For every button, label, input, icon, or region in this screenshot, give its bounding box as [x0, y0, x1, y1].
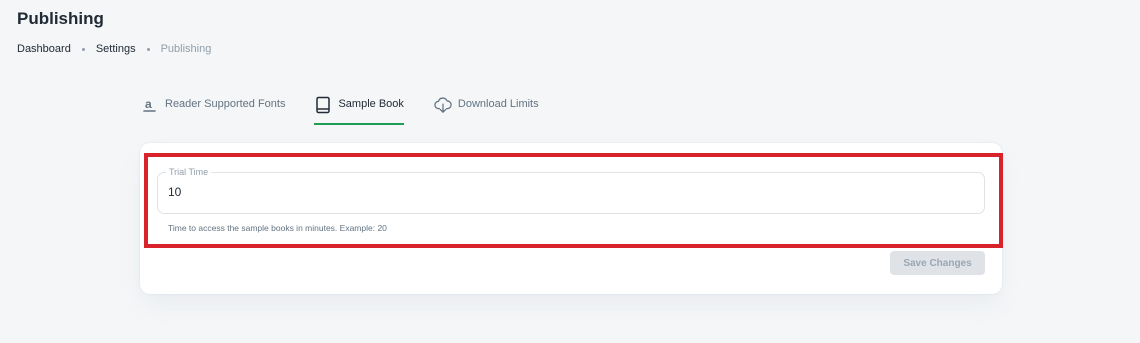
trial-time-input[interactable] [168, 185, 968, 199]
trial-time-field: Trial Time [157, 166, 985, 214]
tab-label: Sample Book [338, 98, 404, 110]
page-title: Publishing [17, 9, 104, 28]
svg-text:a: a [145, 97, 152, 111]
save-changes-button[interactable]: Save Changes [890, 251, 985, 275]
tab-label: Download Limits [457, 98, 539, 110]
tab-label: Reader Supported Fonts [165, 98, 286, 110]
amazon-a-icon: a [141, 96, 159, 114]
trial-time-helper-text: Time to access the sample books in minut… [168, 223, 387, 233]
tab-reader-supported-fonts[interactable]: a Reader Supported Fonts [141, 95, 285, 125]
settings-tabs: a Reader Supported Fonts Sample Book Dow… [141, 95, 539, 125]
breadcrumb-current: Publishing [160, 43, 212, 55]
breadcrumb-separator [81, 47, 85, 51]
breadcrumb-dashboard[interactable]: Dashboard [17, 43, 71, 55]
book-icon [314, 96, 332, 114]
trial-time-label: Trial Time [166, 166, 212, 178]
tab-download-limits[interactable]: Download Limits [434, 95, 539, 125]
tab-sample-book[interactable]: Sample Book [314, 95, 405, 125]
breadcrumb-settings[interactable]: Settings [96, 43, 136, 55]
breadcrumb-separator [146, 47, 150, 51]
cloud-download-icon [434, 96, 452, 114]
sample-book-settings-card: Trial Time Time to access the sample boo… [140, 143, 1002, 294]
breadcrumb: Dashboard Settings Publishing [17, 43, 211, 55]
